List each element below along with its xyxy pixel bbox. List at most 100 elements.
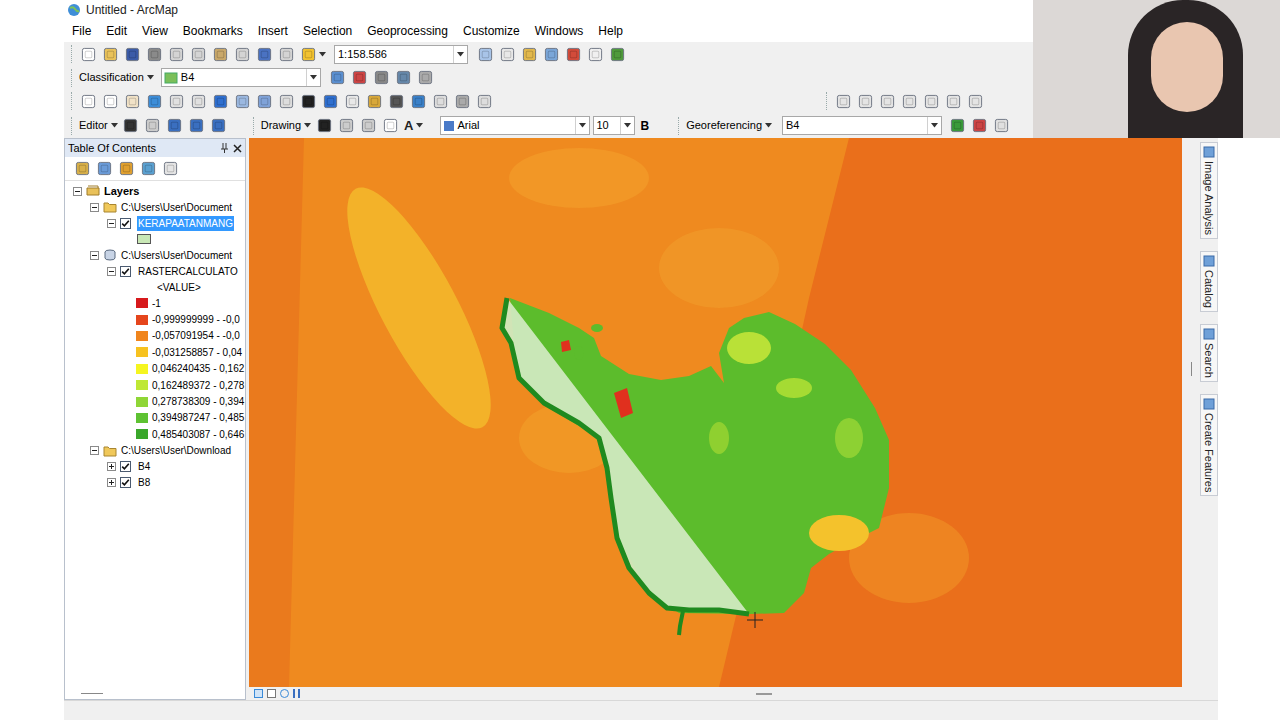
tool-button[interactable] bbox=[120, 116, 142, 136]
tool-button[interactable] bbox=[77, 91, 99, 111]
go-to-xy-icon[interactable] bbox=[433, 94, 448, 109]
toolbar-grip[interactable] bbox=[71, 92, 74, 110]
tool-button[interactable] bbox=[562, 44, 584, 64]
tool-button[interactable] bbox=[99, 44, 121, 64]
edit-annotation-icon[interactable] bbox=[145, 118, 160, 133]
collapse-icon[interactable] bbox=[90, 203, 99, 212]
tool-button[interactable] bbox=[143, 91, 165, 111]
tool-button[interactable] bbox=[335, 116, 357, 136]
expand-icon[interactable] bbox=[107, 462, 116, 471]
collapse-icon[interactable] bbox=[107, 267, 116, 276]
forward-icon[interactable] bbox=[235, 94, 250, 109]
histogram-icon[interactable] bbox=[330, 70, 345, 85]
collapse-icon[interactable] bbox=[73, 187, 82, 196]
editor-menu[interactable]: Editor bbox=[77, 117, 120, 134]
toolbar-grip[interactable] bbox=[826, 92, 829, 110]
dock-tab[interactable]: Catalog bbox=[1200, 251, 1218, 312]
tool-button[interactable] bbox=[297, 44, 319, 64]
identify-icon[interactable] bbox=[323, 94, 338, 109]
bold-button[interactable]: B bbox=[635, 117, 656, 135]
add-control-points-icon[interactable] bbox=[950, 118, 965, 133]
rectangle-icon[interactable] bbox=[383, 118, 398, 133]
tool-button[interactable] bbox=[968, 116, 990, 136]
tool-button[interactable] bbox=[540, 44, 562, 64]
add-data-icon[interactable] bbox=[301, 47, 316, 62]
map-canvas[interactable] bbox=[249, 138, 1182, 687]
tool-button[interactable] bbox=[77, 44, 99, 64]
georeferencing-menu[interactable]: Georeferencing bbox=[684, 117, 774, 134]
tool-button[interactable] bbox=[159, 159, 181, 179]
find-route-icon[interactable] bbox=[411, 94, 426, 109]
tree-row[interactable]: C:\Users\User\Document bbox=[65, 199, 245, 215]
tool-button[interactable] bbox=[496, 44, 518, 64]
tree-row[interactable]: B8 bbox=[65, 475, 245, 491]
options-icon[interactable] bbox=[163, 161, 178, 176]
classification-layer-select[interactable]: B4 bbox=[161, 68, 321, 87]
layer-name[interactable]: KERAPAATANMANG bbox=[137, 216, 234, 231]
zoom-out-icon[interactable] bbox=[103, 94, 118, 109]
toolbar-grip[interactable] bbox=[71, 117, 74, 135]
tool-button[interactable] bbox=[319, 91, 341, 111]
drawing-menu[interactable]: Drawing bbox=[259, 117, 313, 134]
dropdown-arrow-icon[interactable] bbox=[416, 123, 423, 128]
dropdown-arrow-icon[interactable] bbox=[319, 52, 326, 57]
tool-button[interactable] bbox=[253, 44, 275, 64]
trace-icon[interactable] bbox=[189, 118, 204, 133]
tool-button[interactable] bbox=[429, 91, 451, 111]
menu-item[interactable]: Selection bbox=[303, 22, 352, 40]
tool-button[interactable] bbox=[187, 44, 209, 64]
menu-item[interactable]: Insert bbox=[258, 22, 288, 40]
save-icon[interactable] bbox=[125, 47, 140, 62]
font-size-select[interactable]: 10 bbox=[593, 116, 635, 135]
tree-row[interactable]: C:\Users\User\Document bbox=[65, 247, 245, 263]
text-tool[interactable]: A bbox=[401, 116, 425, 136]
modelbuilder-icon[interactable] bbox=[610, 47, 625, 62]
select-graphic-icon[interactable] bbox=[317, 118, 332, 133]
tool-button[interactable] bbox=[349, 68, 371, 88]
menu-item[interactable]: Customize bbox=[463, 22, 520, 40]
dropdown-arrow-icon[interactable] bbox=[147, 75, 154, 80]
tool-button[interactable] bbox=[209, 44, 231, 64]
tool-button[interactable] bbox=[357, 116, 379, 136]
layer-checkbox[interactable] bbox=[120, 461, 131, 472]
zoom-whole-icon[interactable] bbox=[361, 118, 376, 133]
tree-row[interactable]: C:\Users\User\Download bbox=[65, 443, 245, 459]
layer-name[interactable]: B4 bbox=[137, 459, 151, 474]
layer-name[interactable]: RASTERCALCULATO bbox=[137, 264, 239, 279]
dropdown-arrow-icon[interactable] bbox=[624, 123, 631, 128]
python-icon[interactable] bbox=[588, 47, 603, 62]
rotate-icon[interactable] bbox=[339, 118, 354, 133]
viewer-icon[interactable] bbox=[477, 94, 492, 109]
dropdown-arrow-icon[interactable] bbox=[579, 123, 586, 128]
tool-button[interactable] bbox=[165, 91, 187, 111]
expand-icon[interactable] bbox=[107, 478, 116, 487]
tool-button[interactable] bbox=[164, 116, 186, 136]
tool-button[interactable] bbox=[341, 91, 363, 111]
tool-button[interactable] bbox=[99, 91, 121, 111]
signature-icon[interactable] bbox=[374, 70, 389, 85]
point-icon[interactable] bbox=[211, 118, 226, 133]
tool-button[interactable] bbox=[93, 159, 115, 179]
class-icon[interactable] bbox=[396, 70, 411, 85]
clear-selection-icon[interactable] bbox=[279, 94, 294, 109]
dropdown-arrow-icon[interactable] bbox=[931, 123, 938, 128]
map-scale-field[interactable]: 1:158.586 bbox=[334, 45, 468, 64]
new-document-icon[interactable] bbox=[81, 47, 96, 62]
time-slider-icon[interactable] bbox=[455, 94, 470, 109]
straight-segment-icon[interactable] bbox=[167, 118, 182, 133]
tool-button[interactable] bbox=[371, 68, 393, 88]
tool-button[interactable] bbox=[165, 44, 187, 64]
splitter-handle[interactable] bbox=[756, 693, 772, 695]
layer-checkbox[interactable] bbox=[120, 266, 131, 277]
cut-icon[interactable] bbox=[169, 47, 184, 62]
find-icon[interactable] bbox=[389, 94, 404, 109]
delete-icon[interactable] bbox=[235, 47, 250, 62]
layout-view-icon[interactable] bbox=[267, 689, 276, 698]
collapse-icon[interactable] bbox=[90, 446, 99, 455]
menu-item[interactable]: Help bbox=[598, 22, 623, 40]
font-select[interactable]: Arial bbox=[440, 116, 590, 135]
menu-item[interactable]: Bookmarks bbox=[183, 22, 243, 40]
tool-button[interactable] bbox=[473, 91, 495, 111]
zoom-in-icon[interactable] bbox=[81, 94, 96, 109]
paste-icon[interactable] bbox=[213, 47, 228, 62]
